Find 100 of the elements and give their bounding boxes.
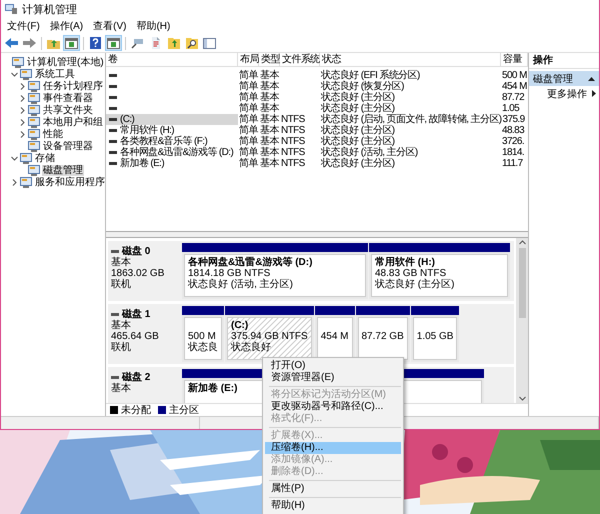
expand-icon[interactable] xyxy=(19,130,26,138)
menu-item[interactable]: 打开(O) xyxy=(265,360,401,372)
expand-icon[interactable] xyxy=(11,178,18,186)
partition[interactable]: 500 M 状态良 xyxy=(182,306,224,362)
table-cell: NTFS xyxy=(281,125,305,136)
tree-item[interactable]: 磁盘管理 xyxy=(42,164,84,176)
tree-item[interactable]: 任务计划程序 xyxy=(42,80,104,92)
scrollbar[interactable] xyxy=(516,238,528,403)
menu-item[interactable]: 帮助(H) xyxy=(136,19,170,33)
table-cell: 基本 xyxy=(259,125,280,136)
partition-size: 1.05 GB xyxy=(416,331,454,342)
console-node-icon xyxy=(12,56,24,68)
forward-button[interactable] xyxy=(21,35,38,51)
console-node-icon xyxy=(28,164,40,176)
expand-icon[interactable] xyxy=(19,94,26,102)
submenu-arrow-icon xyxy=(592,90,596,97)
table-cell: 简单 xyxy=(238,158,259,169)
expand-icon[interactable] xyxy=(19,118,26,126)
action-link[interactable]: 更多操作 xyxy=(529,86,599,101)
menu-item[interactable]: 帮助(H) xyxy=(265,500,401,512)
partition-size: 87.72 GB xyxy=(362,331,404,342)
disk-name: 磁盘 1 xyxy=(122,309,150,320)
table-cell: 简单 xyxy=(238,114,259,125)
volume-name[interactable]: (C:) xyxy=(120,114,134,125)
disk-info: 基本 xyxy=(111,320,132,331)
table-cell: 基本 xyxy=(259,158,280,169)
disk-label-panel[interactable]: 磁盘 1 基本 465.64 GB 联机 xyxy=(108,304,180,364)
expand-icon[interactable] xyxy=(19,106,26,114)
column-header[interactable]: 布局 xyxy=(238,53,259,66)
table-cell-text: 87.72 xyxy=(501,92,526,103)
menu-item[interactable]: 更改驱动器号和路径(C)... xyxy=(265,401,401,413)
column-header[interactable]: 容量 xyxy=(501,53,528,66)
console-node-icon xyxy=(28,80,40,92)
menu-item[interactable]: 资源管理器(E) xyxy=(265,372,401,384)
tree-item[interactable]: 本地用户和组 xyxy=(42,116,104,128)
partition[interactable]: 1.05 GB xyxy=(410,306,460,362)
folder-up-button[interactable] xyxy=(165,35,182,51)
column-header[interactable]: 文件系统 xyxy=(280,53,320,66)
tree-item[interactable]: 性能 xyxy=(42,128,64,140)
table-cell: 500 M xyxy=(501,70,528,81)
folder-icon xyxy=(47,38,60,48)
folder-search-icon xyxy=(186,37,198,49)
panel-button[interactable] xyxy=(105,35,122,51)
tree-item[interactable]: 共享文件夹 xyxy=(42,104,94,116)
partition-size: 1814.18 GB NTFS xyxy=(188,268,270,279)
column-header[interactable]: 类型 xyxy=(259,53,280,66)
forward-arrow-icon xyxy=(23,38,36,48)
table-cell-text: 状态良好 (主分区) xyxy=(320,125,396,136)
menu-item[interactable]: 压缩卷(H)... xyxy=(265,442,401,454)
tree-button[interactable] xyxy=(63,35,80,51)
window-button[interactable] xyxy=(201,35,218,51)
menu-item[interactable]: 文件(F) xyxy=(7,19,40,33)
menu-item[interactable]: 操作(A) xyxy=(50,19,84,33)
legend-label: 未分配 xyxy=(121,404,151,417)
actions-section[interactable]: 磁盘管理 xyxy=(529,71,599,86)
table-cell-text: 1.05 xyxy=(502,103,520,114)
volume-name[interactable]: 各类教程&音乐等 (F:) xyxy=(120,136,208,147)
console-node-icon xyxy=(28,128,40,140)
back-button[interactable] xyxy=(3,35,20,51)
table-cell: 简单 xyxy=(238,92,259,103)
tree-item[interactable]: 存储 xyxy=(34,152,56,164)
pane-icon xyxy=(65,38,78,48)
table-cell: 基本 xyxy=(259,70,280,81)
actions-header: 操作 xyxy=(529,53,599,69)
column-header[interactable]: 卷 xyxy=(106,53,238,66)
disk-info: 基本 xyxy=(111,257,132,268)
partition[interactable]: 各种网盘&迅雷&游戏等 (D:) 1814.18 GB NTFS 状态良好 (活动, 主分区) xyxy=(182,243,368,299)
tree-item[interactable]: 事件查看器 xyxy=(42,92,94,104)
scroll-down-icon[interactable] xyxy=(518,396,526,401)
volume-name[interactable]: 各种网盘&迅雷&游戏等 (D:) xyxy=(120,147,234,158)
menu-item[interactable]: 属性(P) xyxy=(265,483,401,495)
partition[interactable]: 常用软件 (H:) 48.83 GB NTFS 状态良好 (主分区) xyxy=(369,243,510,299)
collapse-icon[interactable] xyxy=(11,70,18,78)
expand-icon[interactable] xyxy=(19,82,26,90)
volume-name[interactable]: 常用软件 (H:) xyxy=(120,125,174,136)
table-cell: 基本 xyxy=(259,103,280,114)
tree-item[interactable]: 设备管理器 xyxy=(42,140,94,152)
tree-item[interactable]: 计算机管理(本地) xyxy=(26,56,105,68)
partition-size: 48.83 GB NTFS xyxy=(375,268,446,279)
volume-name[interactable]: 新加卷 (E:) xyxy=(120,158,164,169)
table-cell-text: 状态良好 (主分区) xyxy=(320,158,396,169)
help-button[interactable] xyxy=(87,35,104,51)
partition-status: 状态良好 (主分区) xyxy=(375,279,454,290)
tree-item[interactable]: 系统工具 xyxy=(34,68,76,80)
table-cell: 简单 xyxy=(238,125,259,136)
table-cell-text: 状态良好 (主分区) xyxy=(320,92,396,103)
tree-item[interactable]: 服务和应用程序 xyxy=(34,176,105,188)
disk-label-panel[interactable]: 磁盘 2 基本 xyxy=(108,367,180,403)
scroll-up-icon[interactable] xyxy=(518,240,526,245)
menu-item[interactable]: 查看(V) xyxy=(93,19,126,33)
collapse-icon[interactable] xyxy=(11,154,18,162)
column-header[interactable]: 状态 xyxy=(320,53,501,66)
folder-search-button[interactable] xyxy=(183,35,200,51)
disk-name: 磁盘 2 xyxy=(122,372,150,383)
table-cell: NTFS xyxy=(281,114,305,125)
partition-status: 状态良好 (活动, 主分区) xyxy=(188,279,293,290)
help-icon xyxy=(90,37,101,49)
back-arrow-icon xyxy=(5,38,18,48)
partition[interactable]: 87.72 GB xyxy=(356,306,410,362)
disk-label-panel[interactable]: 磁盘 0 基本 1863.02 GB 联机 xyxy=(108,241,180,301)
